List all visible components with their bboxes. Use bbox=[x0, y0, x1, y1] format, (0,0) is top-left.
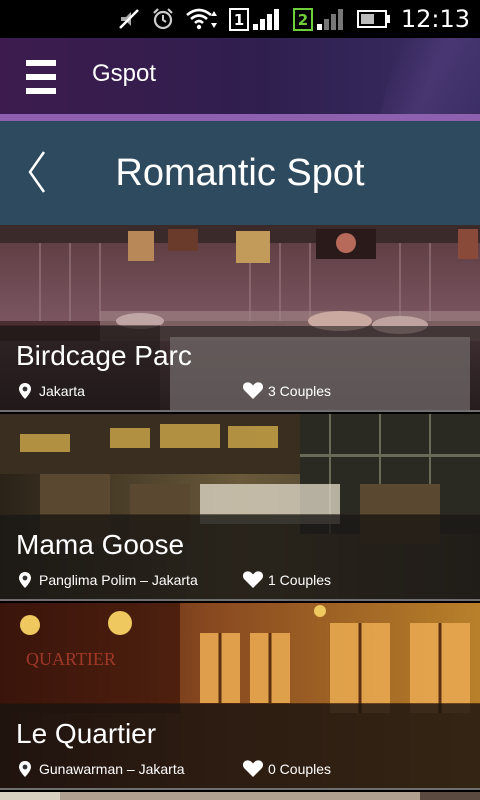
spot-card-next-partial[interactable] bbox=[0, 792, 480, 800]
app-title: Gspot bbox=[92, 60, 157, 87]
spot-card-le-quartier[interactable]: QUARTIER Le Quartier Gunawarman – Jakart… bbox=[0, 603, 480, 790]
spot-location-text: Jakarta bbox=[39, 383, 85, 399]
heart-icon[interactable] bbox=[242, 759, 264, 778]
section-header: Romantic Spot bbox=[0, 121, 480, 225]
spot-name: Mama Goose bbox=[16, 529, 185, 560]
spot-location: Jakarta bbox=[18, 382, 85, 400]
spot-likes: 3 Couples bbox=[242, 381, 331, 400]
spot-location: Panglima Polim – Jakarta bbox=[18, 571, 198, 589]
spot-name: Birdcage Parc bbox=[16, 340, 192, 371]
spot-card-mama-goose[interactable]: Mama Goose Panglima Polim – Jakarta 1 Co… bbox=[0, 414, 480, 601]
hamburger-menu-icon[interactable] bbox=[26, 60, 58, 94]
app-bar-accent-line bbox=[0, 114, 480, 121]
sim2-label: 2 bbox=[298, 11, 308, 29]
status-bar: 1 2 12:13 bbox=[0, 0, 480, 38]
alarm-icon bbox=[151, 7, 175, 31]
location-pin-icon bbox=[19, 383, 31, 399]
spot-likes-text: 1 Couples bbox=[268, 571, 332, 588]
page-title: Romantic Spot bbox=[115, 152, 365, 194]
chevron-left-icon[interactable] bbox=[24, 149, 50, 195]
spot-location-text: Panglima Polim – Jakarta bbox=[39, 572, 198, 588]
spot-likes: 1 Couples bbox=[242, 570, 331, 589]
heart-icon[interactable] bbox=[242, 381, 264, 400]
spot-likes-text: 3 Couples bbox=[268, 382, 332, 399]
sim1-signal-icon: 1 bbox=[228, 6, 283, 32]
clock-time: 12:13 bbox=[400, 5, 470, 33]
svg-text:QUARTIER: QUARTIER bbox=[26, 649, 116, 669]
spot-location-text: Gunawarman – Jakarta bbox=[39, 761, 185, 777]
heart-icon[interactable] bbox=[242, 570, 264, 589]
app-bar: Gspot bbox=[0, 38, 480, 114]
sim2-signal-icon: 2 bbox=[292, 6, 347, 32]
mute-icon bbox=[117, 7, 141, 31]
sim1-label: 1 bbox=[234, 11, 244, 29]
spot-list[interactable]: Birdcage Parc Jakarta 3 Couples Mama Goo… bbox=[0, 225, 480, 800]
spot-location: Gunawarman – Jakarta bbox=[18, 760, 185, 778]
location-pin-icon bbox=[19, 761, 31, 777]
spot-card-birdcage-parc[interactable]: Birdcage Parc Jakarta 3 Couples bbox=[0, 225, 480, 412]
spot-likes-text: 0 Couples bbox=[268, 760, 332, 777]
battery-icon bbox=[356, 8, 391, 30]
spot-name: Le Quartier bbox=[16, 718, 157, 749]
wifi-icon bbox=[185, 7, 219, 31]
location-pin-icon bbox=[19, 572, 31, 588]
spot-likes: 0 Couples bbox=[242, 759, 331, 778]
